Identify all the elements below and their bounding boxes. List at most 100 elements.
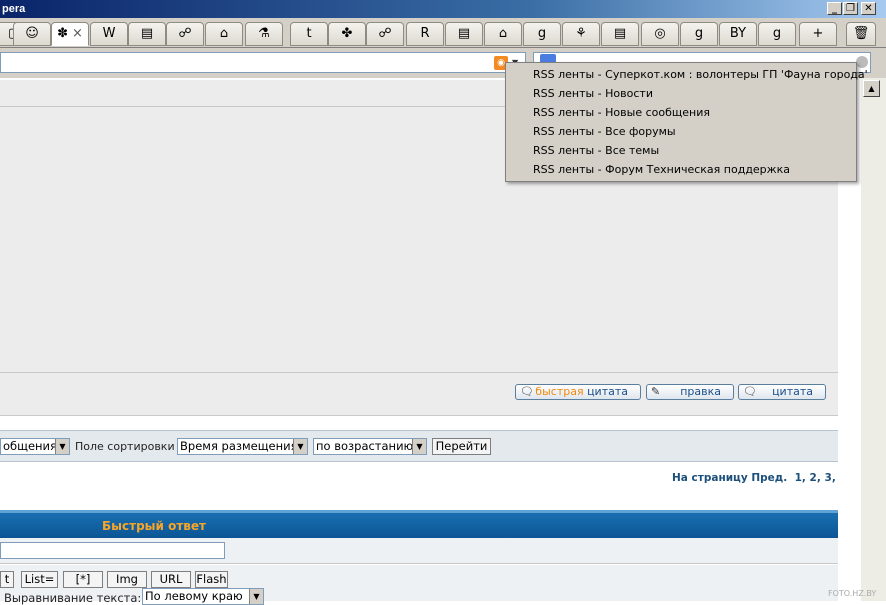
tab[interactable]: g [523,22,561,46]
tab[interactable]: ✽ × [51,22,89,46]
wikipedia-icon: W [102,26,116,41]
tab[interactable]: ⚘ [562,22,600,46]
go-button[interactable]: Перейти [432,438,491,455]
edit-button[interactable]: ✎ правка [646,384,734,400]
quick-quote-label-a: быстрая [535,385,584,398]
r-icon: R [420,26,430,41]
title-bar: pera _ ❐ ✕ [0,0,886,18]
page-icon: ▤ [613,26,627,41]
pagination: На страницу Пред. 1, 2, 3, 4 [672,472,847,484]
bbcode-flash-button[interactable]: Flash [195,571,228,588]
tab[interactable]: ▤ [601,22,639,46]
rss-menu-item[interactable]: RSS ленты - Все темы [533,141,659,160]
html-by-icon: BY [729,26,747,41]
tab[interactable]: ▤ [128,22,166,46]
restore-button[interactable]: ❐ [843,2,858,15]
house-icon: ⌂ [219,26,229,41]
twitter-icon: t [306,26,312,41]
tab[interactable]: t [290,22,328,46]
quick-reply-title: Быстрый ответ [102,519,206,533]
vertical-scrollbar[interactable]: ▲ [861,78,886,601]
rss-menu-item[interactable]: RSS ленты - Форум Техническая поддержка [533,160,790,179]
avatar-icon: ☺ [25,26,39,41]
speech-bubble-icon: 🗨 [743,385,757,398]
google-icon: g [537,26,547,41]
google-icon: g [694,26,704,41]
quote-button[interactable]: 🗨 цитата [738,384,826,400]
bbcode-url-button[interactable]: URL [151,571,191,588]
quick-reply-subject-row [0,538,838,564]
tab[interactable]: ⚗ [245,22,283,46]
sort-field-select[interactable]: Время размещения ▼ [177,438,308,455]
google-icon: g [772,26,782,41]
post-actions: 🗨 быстрая цитата ✎ правка 🗨 цитата [0,374,838,412]
flask-icon: ⚗ [258,26,270,41]
divider [0,372,838,373]
tab[interactable]: g [758,22,796,46]
tab[interactable]: g [680,22,718,46]
close-tab-icon[interactable]: × [72,26,83,41]
rss-menu-item[interactable]: RSS ленты - Все форумы [533,122,676,141]
quick-reply-header: Быстрый ответ [0,510,838,538]
edit-label: правка [680,385,721,398]
page-link-1[interactable]: 1 [795,472,802,484]
page-icon: ▤ [457,26,471,41]
pagination-label: На страницу [672,472,748,484]
sort-field-label: Поле сортировки [75,440,175,453]
tab[interactable]: + [799,22,837,46]
tab[interactable]: ☺ [13,22,51,46]
rss-feed-menu: RSS ленты - Суперкот.ком : волонтеры ГП … [505,62,868,182]
tab[interactable]: R [406,22,444,46]
people-icon: ☍ [378,26,392,41]
minimize-button[interactable]: _ [827,2,842,15]
quick-quote-button[interactable]: 🗨 быстрая цитата [515,384,641,400]
tab-bar: ▢☺✽×W▤☍⌂⚗t✤☍R▤⌂g⚘▤◎gBYg+🗑 [0,18,886,48]
rss-menu-item[interactable]: RSS ленты - Суперкот.ком : волонтеры ГП … [533,65,868,84]
tab[interactable]: ⌂ [484,22,522,46]
tab[interactable]: ☍ [166,22,204,46]
chevron-down-icon: ▼ [249,589,263,604]
tab[interactable]: ◎ [641,22,679,46]
tab[interactable]: ☍ [366,22,404,46]
prev-page-link[interactable]: Пред. [751,472,787,484]
close-window-button[interactable]: ✕ [861,2,876,15]
quick-quote-label-b: цитата [587,385,628,398]
paw-icon: ✽ [57,26,68,41]
sort-order-select[interactable]: по возрастанию ▼ [313,438,427,455]
display-select[interactable]: общения ▼ [0,438,70,455]
tab[interactable]: ⌂ [205,22,243,46]
quick-reply-toolbar: t List= [*] Img URL Flash Выравнивание т… [0,565,838,605]
chevron-down-icon: ▼ [55,439,69,454]
lastfm-icon: ◎ [654,26,666,41]
bbcode-button[interactable]: t [0,571,14,588]
rss-menu-item[interactable]: RSS ленты - Новые сообщения [533,103,710,122]
page-link-2[interactable]: 2 [810,472,817,484]
sort-bar: общения ▼ Поле сортировки Время размещен… [0,430,838,462]
sort-field-value: Время размещения [180,439,298,453]
display-select-value: общения [3,439,57,453]
chevron-down-icon: ▼ [293,439,307,454]
tab[interactable]: W [90,22,128,46]
watermark: FOTO.HZ.BY [828,589,877,598]
plus-icon: + [812,26,824,41]
bbcode-list-button[interactable]: List= [21,571,58,588]
tab[interactable]: ✤ [328,22,366,46]
rss-menu-item[interactable]: RSS ленты - Новости [533,84,653,103]
sort-order-value: по возрастанию [316,439,414,453]
speech-bubble-icon: 🗨 [520,385,534,398]
trash-icon[interactable]: 🗑 [846,22,876,46]
tab[interactable]: ▤ [445,22,483,46]
subject-input[interactable] [0,542,225,559]
edit-pencil-icon: ✎ [651,385,661,398]
bbcode-img-button[interactable]: Img [107,571,147,588]
page-link-3[interactable]: 3 [825,472,832,484]
quote-label: цитата [772,385,813,398]
plant-icon: ⚘ [575,26,587,41]
tab[interactable]: BY [719,22,757,46]
puzzle-icon: ✤ [341,26,353,41]
align-select[interactable]: По левому краю ▼ [142,588,264,605]
people-icon: ☍ [178,26,192,41]
page-icon: ▤ [140,26,154,41]
address-field[interactable] [0,52,526,73]
bbcode-listitem-button[interactable]: [*] [63,571,103,588]
